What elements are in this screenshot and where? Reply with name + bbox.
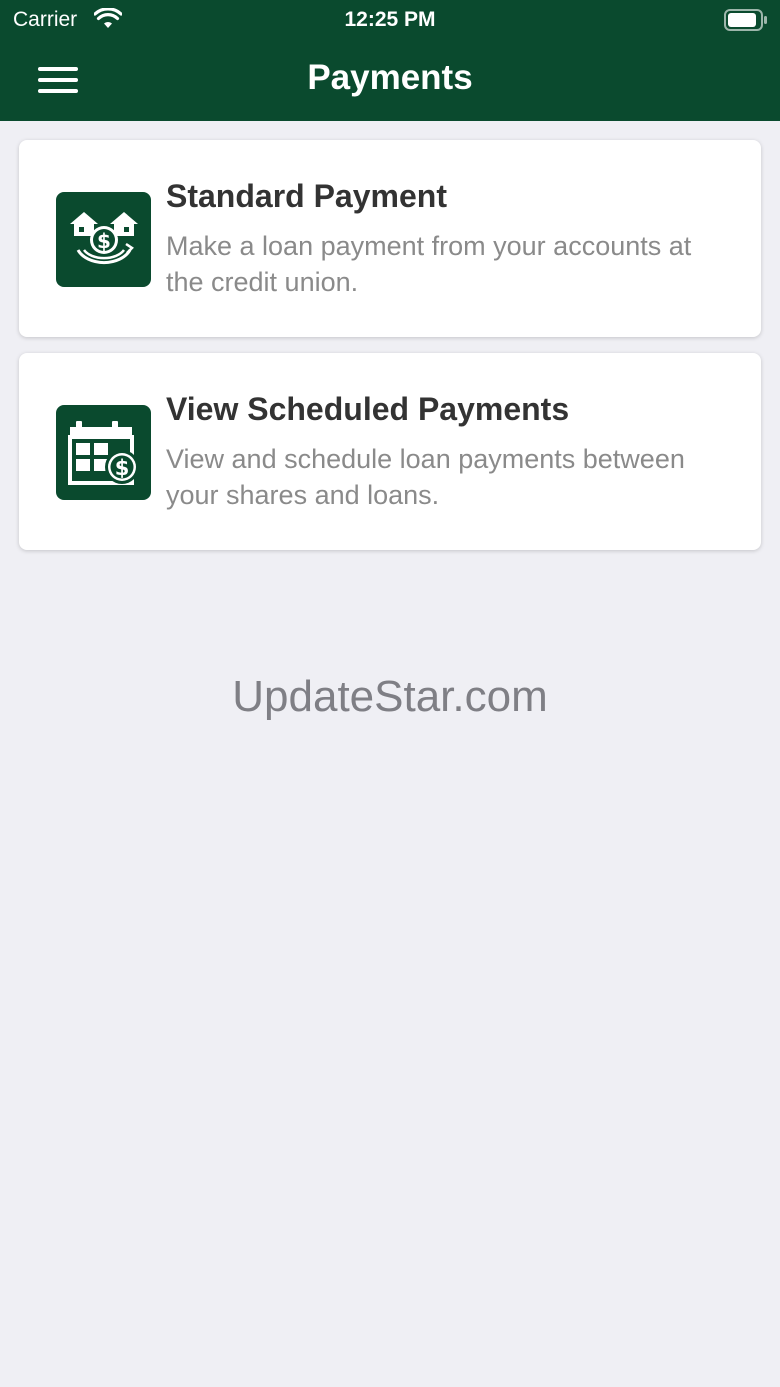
card-description: Make a loan payment from your accounts a…	[166, 231, 692, 297]
calendar-dollar-icon: $	[56, 405, 151, 500]
page-title: Payments	[307, 58, 473, 97]
view-scheduled-payments-card[interactable]: $ View Scheduled Payments View and sched…	[19, 353, 761, 550]
status-bar: Carrier 12:25 PM	[0, 0, 780, 40]
house-dollar-icon: $	[56, 192, 151, 287]
watermark-text: UpdateStar.com	[232, 672, 548, 721]
card-title: Standard Payment	[166, 178, 447, 214]
battery-icon	[724, 9, 767, 31]
svg-text:$: $	[97, 229, 111, 253]
clock: 12:25 PM	[344, 8, 436, 31]
svg-text:$: $	[114, 456, 129, 480]
standard-payment-card[interactable]: $ Standard Payment Make a loan payment f…	[19, 140, 761, 337]
header: Carrier 12:25 PM Payments	[0, 0, 780, 121]
nav-bar: Payments	[0, 40, 780, 121]
card-title: View Scheduled Payments	[166, 391, 570, 427]
card-description: View and schedule loan payments between …	[166, 444, 685, 510]
